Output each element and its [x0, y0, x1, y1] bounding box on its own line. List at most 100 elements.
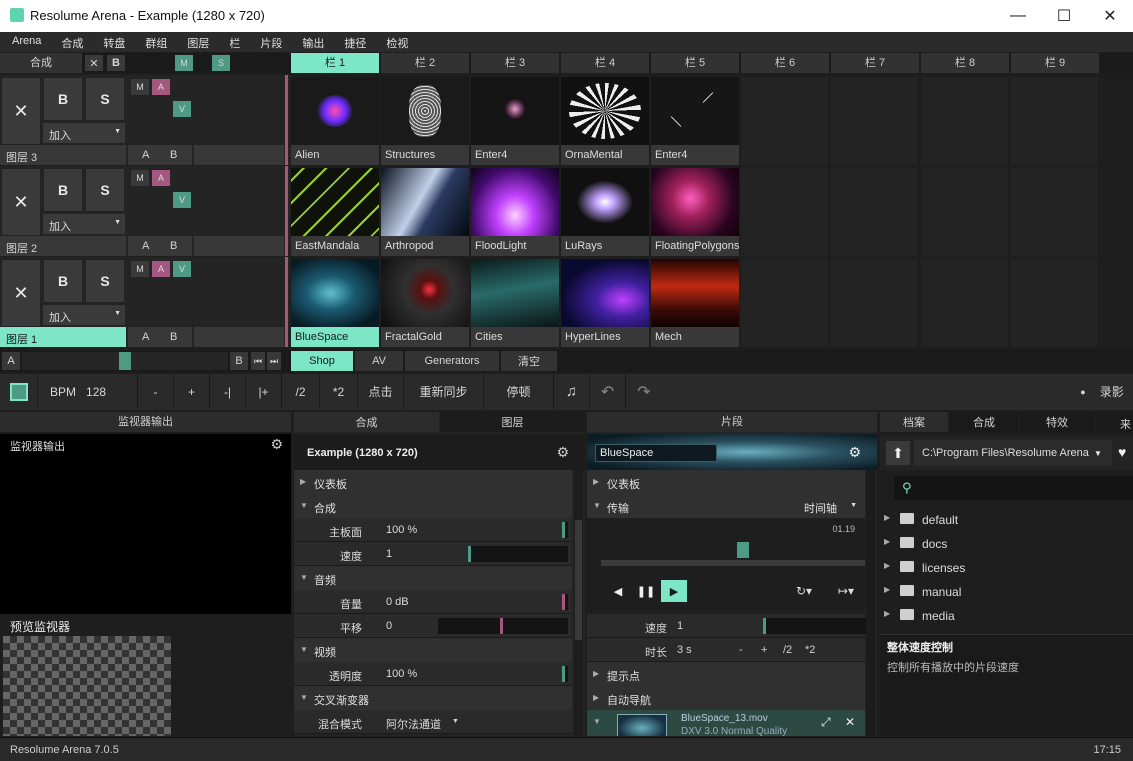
clip-slot-empty[interactable] [741, 259, 829, 347]
timeline-mode-select[interactable]: 时间轴 [804, 500, 837, 516]
layer-3-solo-button[interactable]: S [85, 77, 125, 121]
layer-2-clear-button[interactable]: ✕ [1, 168, 41, 236]
section-clip-dashboard[interactable]: 仪表板 [587, 470, 865, 494]
menu-deck[interactable]: 转盘 [91, 32, 133, 52]
clip-fractalgold[interactable]: FractalGold [381, 259, 469, 347]
maximize-button[interactable]: ☐ [1041, 0, 1087, 32]
menu-column[interactable]: 栏 [217, 32, 248, 52]
clip-slot-empty[interactable] [1011, 77, 1099, 165]
column-header-5[interactable]: 栏 5 [651, 53, 739, 73]
up-folder-icon[interactable]: ⬆ [886, 441, 910, 465]
play-forward-icon[interactable]: ▶ [661, 580, 687, 602]
clip-slot-empty[interactable] [741, 168, 829, 256]
clip-slot-empty[interactable] [921, 168, 1009, 256]
column-header-7[interactable]: 栏 7 [831, 53, 919, 73]
clip-alien[interactable]: Alien [291, 77, 379, 165]
nudge-right-button[interactable]: |+ [246, 374, 282, 409]
metronome-icon[interactable]: ♫ [554, 374, 590, 409]
layer-3-m-button[interactable]: M [131, 79, 149, 95]
param-value[interactable]: 1 [386, 548, 392, 560]
tab-compositions[interactable]: 合成 [950, 412, 1018, 432]
comp-scrollbar[interactable] [574, 470, 583, 736]
clip-name-field[interactable]: BlueSpace [595, 444, 717, 462]
tab-effects[interactable]: 特效 [1020, 412, 1094, 432]
param-value[interactable]: 100 % [386, 668, 417, 680]
layer-1-clear-button[interactable]: ✕ [1, 259, 41, 327]
layer-2-name[interactable]: 图层 2 [0, 236, 126, 256]
pause-button[interactable]: 停顿 [484, 374, 554, 409]
minimize-button[interactable]: — [995, 0, 1041, 32]
tap-button[interactable]: 点击 [358, 374, 404, 409]
duration-half-button[interactable]: /2 [783, 644, 792, 656]
deck-tab-av[interactable]: AV [355, 351, 403, 371]
deck-tab-clear[interactable]: 清空 [501, 351, 557, 371]
tab-composition[interactable]: 合成 [294, 412, 439, 432]
layer-1-solo-button[interactable]: S [85, 259, 125, 303]
bpm-double-button[interactable]: *2 [320, 374, 358, 409]
layer-2-blend-select[interactable]: 加入 ▼ [43, 214, 125, 234]
crossfader-handle[interactable] [119, 352, 131, 370]
layer-3-v-button[interactable]: V [173, 101, 191, 117]
folder-item-docs[interactable]: ▶ docs [880, 531, 1133, 555]
layer-1-crossfade-a[interactable]: A [142, 331, 149, 343]
layer-2-a-button[interactable]: A [152, 170, 170, 186]
comp-s-button[interactable]: S [212, 55, 230, 71]
crossfader-a-button[interactable]: A [2, 352, 20, 370]
comp-m-button[interactable]: M [175, 55, 193, 71]
tab-layer[interactable]: 图层 [440, 412, 585, 432]
resync-button[interactable]: 重新同步 [404, 374, 484, 409]
clip-enter4[interactable]: Enter4 [471, 77, 559, 165]
section-dashboard[interactable]: 仪表板 [294, 470, 572, 494]
layout-icon[interactable] [0, 374, 38, 409]
clip-slot-empty[interactable] [921, 259, 1009, 347]
layer-3-blend-select[interactable]: 加入 ▼ [43, 123, 125, 143]
record-button[interactable]: ● 录影 [1071, 374, 1133, 409]
crossfader-b-button[interactable]: B [230, 352, 248, 370]
clip-floatingpolygons[interactable]: FloatingPolygons [651, 168, 739, 256]
param-value[interactable]: 0 dB [386, 596, 409, 608]
column-header-3[interactable]: 栏 3 [471, 53, 559, 73]
menu-composition[interactable]: 合成 [49, 32, 91, 52]
deck-tab-shop[interactable]: Shop [291, 351, 353, 371]
layer-3-a-button[interactable]: A [152, 79, 170, 95]
duration-plus-button[interactable]: + [761, 644, 767, 656]
chevron-down-icon[interactable]: ▼ [850, 502, 857, 509]
param-value[interactable]: 0 [386, 620, 392, 632]
duration-double-button[interactable]: *2 [805, 644, 815, 656]
menu-output[interactable]: 输出 [290, 32, 332, 52]
layer-3-fader[interactable] [194, 145, 284, 165]
playhead-handle[interactable] [737, 542, 749, 558]
expand-icon[interactable]: ⤢ [821, 715, 831, 730]
layer-1-a-button[interactable]: A [152, 261, 170, 277]
previous-column-icon[interactable]: ⏮ [251, 352, 265, 370]
clip-ornamental[interactable]: OrnaMental [561, 77, 649, 165]
clip-slot-empty[interactable] [831, 168, 919, 256]
clip-tab[interactable]: 片段 [587, 412, 877, 432]
section-composition[interactable]: 合成 [294, 494, 572, 518]
layer-2-crossfade-b[interactable]: B [170, 240, 177, 252]
clip-slot-empty[interactable] [921, 77, 1009, 165]
layer-3-bypass-button[interactable]: B [43, 77, 83, 121]
search-input[interactable]: ⚲ [894, 476, 1133, 500]
column-header-1[interactable]: 栏 1 [291, 53, 379, 73]
section-video[interactable]: 视频 [294, 638, 572, 662]
bpm-plus-button[interactable]: + [174, 374, 210, 409]
layer-3-clear-button[interactable]: ✕ [1, 77, 41, 145]
clip-mech[interactable]: Mech [651, 259, 739, 347]
column-header-2[interactable]: 栏 2 [381, 53, 469, 73]
clip-floodlight[interactable]: FloodLight [471, 168, 559, 256]
folder-item-manual[interactable]: ▶ manual [880, 579, 1133, 603]
section-transport[interactable]: 传输 时间轴 ▼ [587, 494, 865, 518]
column-header-9[interactable]: 栏 9 [1011, 53, 1099, 73]
opacity-slider[interactable] [438, 666, 568, 682]
menu-arena[interactable]: Arena [0, 32, 49, 52]
blend-mode-select[interactable]: 阿尔法通道 [386, 716, 441, 732]
layer-2-fader[interactable] [194, 236, 284, 256]
undo-icon[interactable]: ↶ [590, 374, 626, 409]
beat-snap-icon[interactable]: ↦▾ [831, 580, 861, 602]
layer-2-bypass-button[interactable]: B [43, 168, 83, 212]
bpm-minus-button[interactable]: - [138, 374, 174, 409]
pan-slider[interactable] [438, 618, 568, 634]
duration-minus-button[interactable]: - [739, 644, 743, 656]
comp-clear-button[interactable]: ✕ [85, 55, 103, 71]
